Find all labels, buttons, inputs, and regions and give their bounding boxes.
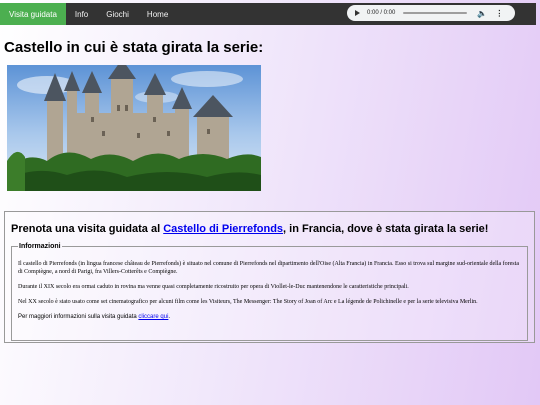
audio-time: 0:00 / 0:00 bbox=[367, 10, 396, 16]
info-paragraph-1: Il castello di Pierrefonds (in lingua fr… bbox=[18, 261, 519, 275]
play-icon[interactable] bbox=[355, 10, 360, 16]
more-vert-icon[interactable]: ⋮ bbox=[495, 9, 503, 18]
page-title: Castello in cui è stata girata la serie: bbox=[4, 39, 264, 56]
guided-visit-box: Prenota una visita guidata al Castello d… bbox=[4, 211, 535, 343]
nav-giochi[interactable]: Giochi bbox=[97, 3, 138, 25]
info-legend: Informazioni bbox=[19, 243, 61, 250]
nav-info[interactable]: Info bbox=[66, 3, 97, 25]
castle-illustration bbox=[7, 65, 261, 191]
click-here-link[interactable]: cliccare qui bbox=[138, 314, 168, 320]
castle-image bbox=[7, 65, 261, 191]
nav-visita-guidata[interactable]: Visita guidata bbox=[0, 3, 66, 25]
visit-title-prefix: Prenota una visita guidata al bbox=[11, 223, 164, 235]
info-paragraph-2: Durante il XIX secolo era ormai caduto i… bbox=[18, 284, 409, 290]
more-info-suffix: . bbox=[168, 314, 171, 320]
info-fieldset: Informazioni Il castello di Pierrefonds … bbox=[11, 243, 528, 341]
info-paragraph-3: Nel XX secolo è stato usato come set cin… bbox=[18, 299, 478, 305]
volume-icon[interactable]: 🔈 bbox=[477, 9, 487, 18]
nav-home[interactable]: Home bbox=[138, 3, 177, 25]
audio-progress-track[interactable] bbox=[403, 12, 468, 14]
more-info-prefix: Per maggiori informazioni sulla visita g… bbox=[18, 314, 139, 320]
visit-title: Prenota una visita guidata al Castello d… bbox=[11, 223, 488, 235]
visit-title-suffix: , in Francia, dove è stata girata la ser… bbox=[283, 223, 489, 235]
castle-link[interactable]: Castello di Pierrefonds bbox=[163, 223, 283, 235]
audio-player: 0:00 / 0:00 🔈 ⋮ bbox=[347, 5, 515, 21]
more-info-line: Per maggiori informazioni sulla visita g… bbox=[18, 313, 521, 321]
